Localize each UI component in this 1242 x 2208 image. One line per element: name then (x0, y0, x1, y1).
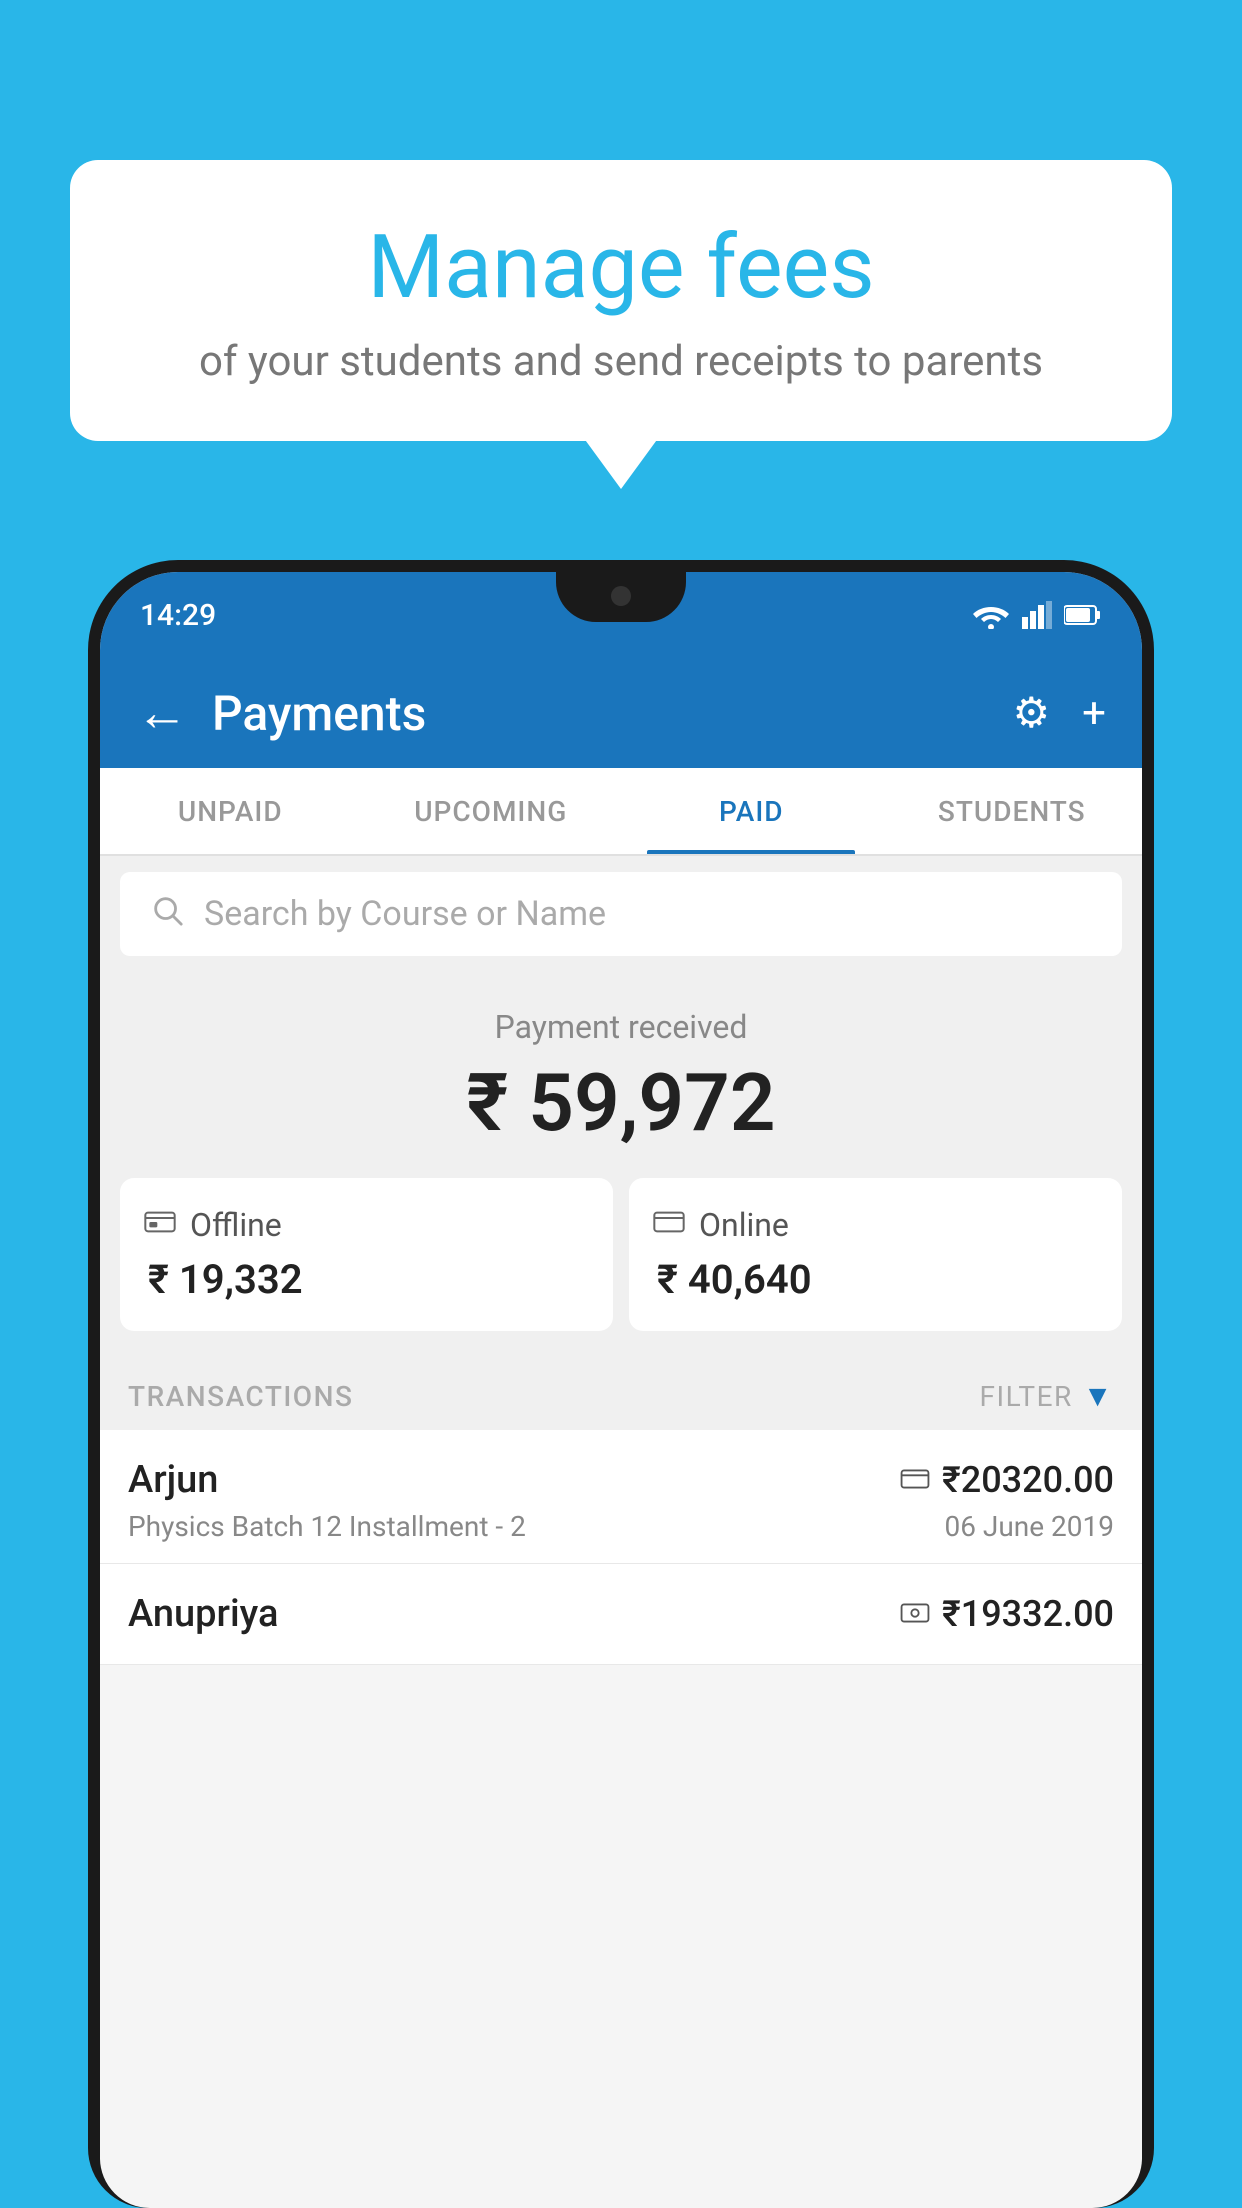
filter-button[interactable]: FILTER ▼ (980, 1379, 1115, 1414)
app-bar: ← Payments ⚙ + (100, 658, 1142, 768)
filter-label: FILTER (980, 1380, 1073, 1413)
signal-icon (1022, 601, 1052, 629)
add-icon[interactable]: + (1082, 689, 1106, 738)
transaction-amount-wrap-anupriya: ₹19332.00 (900, 1593, 1114, 1635)
status-icons (972, 601, 1102, 629)
tab-students[interactable]: STUDENTS (882, 768, 1143, 854)
offline-amount: ₹ 19,332 (144, 1256, 303, 1303)
search-placeholder: Search by Course or Name (204, 894, 606, 934)
card-payment-icon (900, 1464, 930, 1497)
transaction-row1-anupriya: Anupriya ₹19332.00 (128, 1592, 1114, 1636)
tab-paid[interactable]: PAID (621, 768, 882, 854)
transaction-name-arjun: Arjun (128, 1458, 218, 1502)
camera (611, 586, 631, 606)
transaction-amount-arjun: ₹20320.00 (942, 1459, 1114, 1501)
payment-cards: Offline ₹ 19,332 (120, 1178, 1122, 1331)
phone-content: 14:29 (100, 572, 1142, 2208)
back-button[interactable]: ← (136, 687, 188, 739)
notch (556, 572, 686, 622)
transaction-amount-wrap-arjun: ₹20320.00 (900, 1459, 1114, 1501)
transactions-header: TRANSACTIONS FILTER ▼ (100, 1355, 1142, 1430)
tab-upcoming[interactable]: UPCOMING (361, 768, 622, 854)
offline-icon (144, 1206, 176, 1244)
scrollable-content: Search by Course or Name Payment receive… (100, 856, 1142, 2208)
speech-bubble: Manage fees of your students and send re… (70, 160, 1172, 441)
offline-label: Offline (190, 1206, 282, 1244)
transaction-row2: Physics Batch 12 Installment - 2 06 June… (128, 1510, 1114, 1543)
search-icon (150, 893, 184, 936)
payment-summary: Payment received ₹ 59,972 (100, 972, 1142, 1355)
transactions-label: TRANSACTIONS (128, 1380, 353, 1413)
payment-total-amount: ₹ 59,972 (120, 1056, 1122, 1150)
payment-label: Payment received (120, 1008, 1122, 1046)
content-area: Search by Course or Name Payment receive… (100, 856, 1142, 1665)
offline-card-top: Offline (144, 1206, 282, 1244)
transaction-amount-anupriya: ₹19332.00 (942, 1593, 1114, 1635)
wifi-icon (972, 601, 1010, 629)
battery-icon (1064, 604, 1102, 626)
background: Manage fees of your students and send re… (0, 0, 1242, 2208)
tabs-bar: UNPAID UPCOMING PAID STUDENTS (100, 768, 1142, 856)
transaction-name-anupriya: Anupriya (128, 1592, 278, 1636)
transaction-date-arjun: 06 June 2019 (944, 1510, 1114, 1543)
online-card-top: Online (653, 1206, 789, 1244)
transaction-row1: Arjun ₹20320.00 (128, 1458, 1114, 1502)
app-bar-title: Payments (212, 685, 989, 742)
phone-inner: 14:29 (100, 572, 1142, 2208)
transaction-item-anupriya[interactable]: Anupriya ₹19332.00 (100, 1564, 1142, 1665)
transaction-item-arjun[interactable]: Arjun ₹20320.00 (100, 1430, 1142, 1564)
phone-frame: 14:29 (88, 560, 1154, 2208)
bubble-title: Manage fees (120, 220, 1122, 317)
settings-icon[interactable]: ⚙ (1013, 688, 1051, 738)
bubble-subtitle: of your students and send receipts to pa… (120, 337, 1122, 386)
online-label: Online (699, 1206, 789, 1244)
cash-payment-icon (900, 1598, 930, 1631)
tab-unpaid[interactable]: UNPAID (100, 768, 361, 854)
transaction-course-arjun: Physics Batch 12 Installment - 2 (128, 1510, 526, 1543)
online-card: Online ₹ 40,640 (629, 1178, 1122, 1331)
app-bar-actions: ⚙ + (1013, 688, 1107, 738)
search-bar[interactable]: Search by Course or Name (120, 872, 1122, 956)
online-icon (653, 1206, 685, 1244)
filter-icon: ▼ (1083, 1379, 1114, 1414)
status-time: 14:29 (140, 598, 216, 633)
status-bar: 14:29 (100, 572, 1142, 658)
online-amount: ₹ 40,640 (653, 1256, 812, 1303)
offline-card: Offline ₹ 19,332 (120, 1178, 613, 1331)
